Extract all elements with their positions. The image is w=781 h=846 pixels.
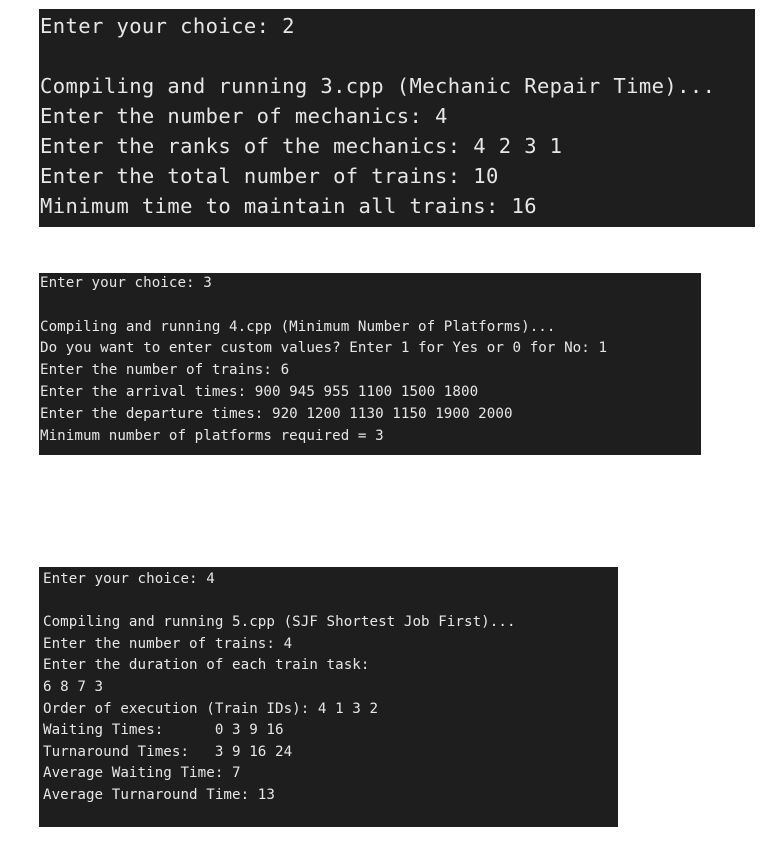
terminal-line: Order of execution (Train IDs): 4 1 3 2	[43, 700, 379, 717]
terminal-line: Minimum number of platforms required = 3	[40, 427, 384, 444]
terminal-line: Enter the number of trains: 4	[43, 635, 293, 652]
terminal-output-mechanic-repair: Enter your choice: 2 Compiling and runni…	[39, 9, 755, 227]
terminal-line: Enter the number of trains: 6	[40, 362, 290, 379]
terminal-line: Compiling and running 4.cpp (Minimum Num…	[40, 318, 556, 335]
terminal-line: 6 8 7 3	[43, 678, 104, 695]
terminal-line: Minimum time to maintain all trains: 16	[40, 194, 537, 218]
terminal-line: Waiting Times: 0 3 9 16	[43, 722, 284, 739]
terminal-output-sjf-scheduling: Enter your choice: 4 Compiling and runni…	[39, 567, 618, 827]
terminal-line: Average Waiting Time: 7	[43, 765, 241, 782]
terminal-line: Do you want to enter custom values? Ente…	[40, 340, 608, 357]
terminal-line: Enter your choice: 4	[43, 571, 215, 587]
terminal-line: Enter the ranks of the mechanics: 4 2 3 …	[40, 134, 563, 158]
terminal-line: Enter your choice: 2	[40, 14, 295, 38]
terminal-line: Enter the duration of each train task:	[43, 657, 370, 674]
terminal-line: Enter the arrival times: 900 945 955 110…	[40, 383, 479, 400]
terminal-line: Enter your choice: 3	[40, 275, 212, 291]
terminal-line: Enter the departure times: 920 1200 1130…	[40, 405, 513, 422]
terminal-line: Turnaround Times: 3 9 16 24	[43, 743, 293, 760]
terminal-line: Compiling and running 3.cpp (Mechanic Re…	[40, 74, 716, 98]
terminal-output-minimum-platforms: Enter your choice: 3 Compiling and runni…	[39, 273, 701, 455]
terminal-line: Average Turnaround Time: 13	[43, 786, 275, 803]
terminal-line: Enter the number of mechanics: 4	[40, 104, 448, 128]
terminal-line: Compiling and running 5.cpp (SJF Shortes…	[43, 614, 516, 631]
terminal-line: Enter the total number of trains: 10	[40, 164, 499, 188]
